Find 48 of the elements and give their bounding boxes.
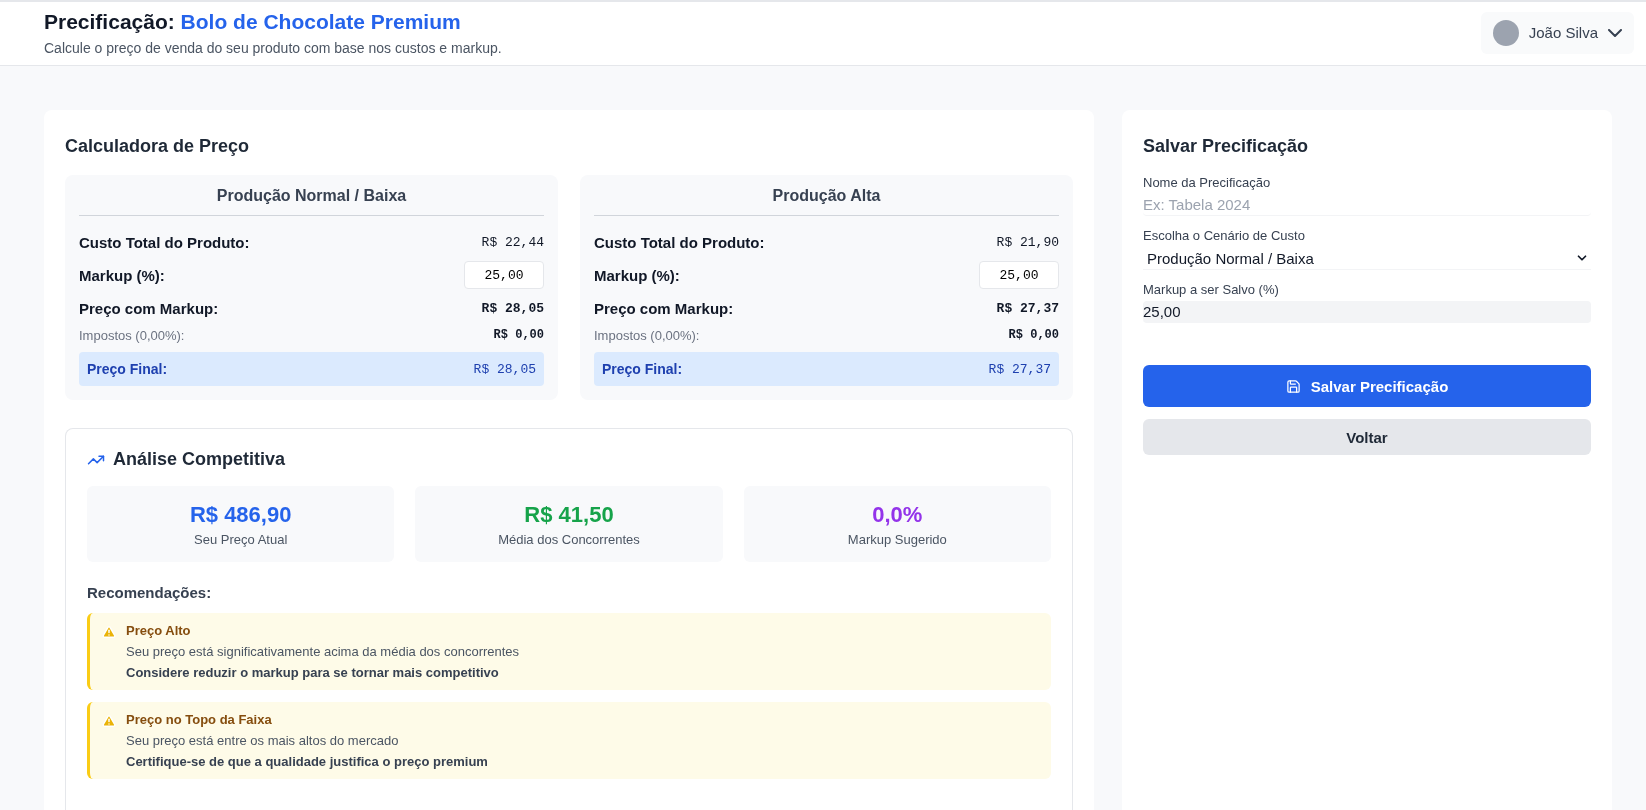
calculator-title: Calculadora de Preço [65,136,251,157]
recommendation-message: Seu preço está significativamente acima da média dos concorrentes [126,644,520,659]
stat-value: R$ 41,50 [524,501,614,528]
page-title: Precificação: Bolo de Chocolate Premium [44,9,462,34]
user-menu-button[interactable]: João Silva [1480,11,1634,54]
analysis-title: Análise Competitiva [113,449,286,470]
scenario-title: Produção Alta [594,187,1059,216]
cost-value: R$ 22,44 [481,234,544,250]
save-title: Salvar Precificação [1143,136,1310,157]
markup-input-field[interactable]: 25,00 [1143,301,1591,323]
final-price-label: Preço Final: [602,361,683,377]
recommendation-title: Preço no Topo da Faixa [126,712,273,727]
field-label: Markup a ser Salvo (%) [1143,282,1280,297]
final-price-label: Preço Final: [87,361,168,377]
cost-value: R$ 21,90 [996,234,1059,250]
tax-label: Impostos (0,00%): [79,327,185,343]
markup-input[interactable]: 25,00 [464,261,544,289]
stat-label: Seu Preço Atual [194,531,288,547]
recommendation-message: Seu preço está entre os mais altos do mercado [126,733,400,748]
markup-input[interactable]: 25,00 [979,261,1059,289]
recommendation-action: Certifique-se de que a qualidade justifica o preço premium [126,754,488,769]
price-value: R$ 27,37 [996,300,1059,316]
recommendation-title: Preço Alto [126,623,192,638]
cost-label: Custo Total do Produto: [79,233,250,251]
tax-value: R$ 0,00 [493,328,544,342]
recommendations-title: Recomendações: [87,584,213,601]
back-button[interactable]: Voltar [1143,419,1591,455]
field-label: Escolha o Cenário de Custo [1143,228,1306,243]
price-value: R$ 28,05 [481,300,544,316]
tax-label: Impostos (0,00%): [594,327,700,343]
final-price-value: R$ 28,05 [473,361,536,377]
final-price-value: R$ 27,37 [988,361,1051,377]
markup-label: Markup (%): [594,266,680,284]
cost-label: Custo Total do Produto: [594,233,765,251]
save-button[interactable]: Salvar Precificação [1143,365,1591,407]
page-subtitle: Calcule o preço de venda do seu produto com base nos custos e markup. [44,39,502,56]
scenario-select[interactable]: Produção Normal / Baixa [1143,247,1591,270]
stat-value: 0,0% [872,501,923,528]
tax-value: R$ 0,00 [1008,328,1059,342]
price-label: Preço com Markup: [594,299,734,317]
stat-value: R$ 486,90 [189,501,292,528]
price-label: Preço com Markup: [79,299,219,317]
scenario-title: Produção Normal / Baixa [79,187,544,216]
stat-label: Markup Sugerido [847,531,947,547]
field-label: Nome da Precificação [1143,175,1272,190]
markup-label: Markup (%): [79,266,165,284]
stat-label: Média dos Concorrentes [498,531,640,547]
recommendation-action: Considere reduzir o markup para se tornar mais competitivo [126,665,500,680]
